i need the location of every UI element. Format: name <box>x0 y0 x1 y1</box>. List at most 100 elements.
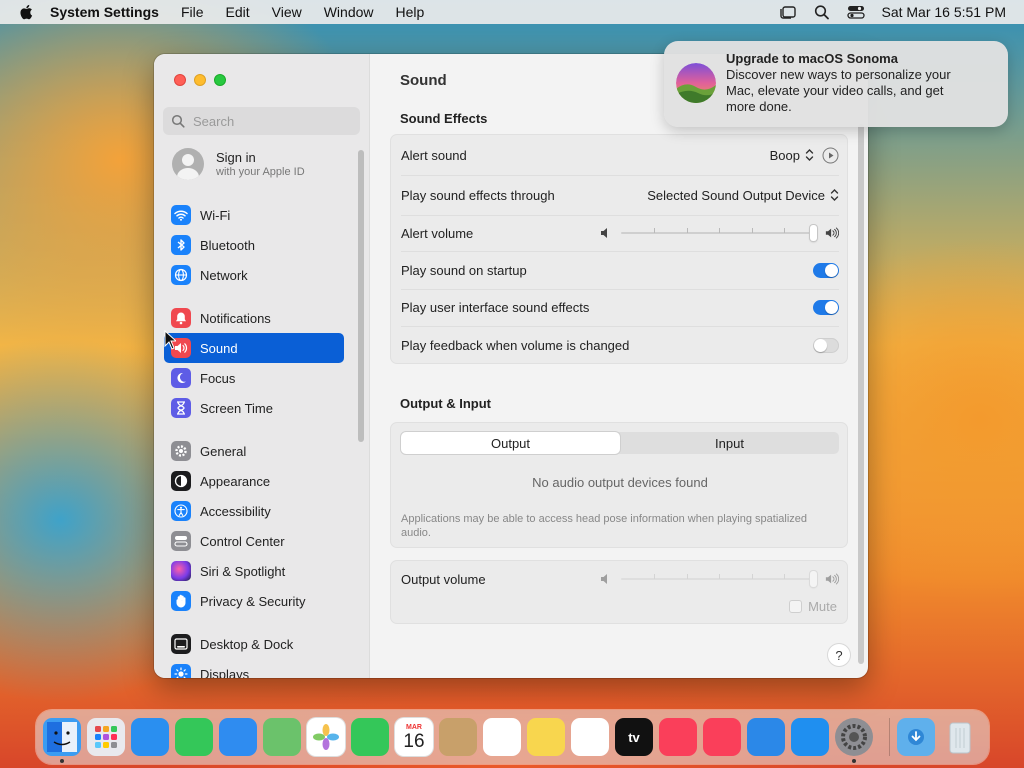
dock-maps-icon[interactable] <box>263 718 301 756</box>
hourglass-icon <box>171 398 191 418</box>
dock-launchpad-icon[interactable] <box>87 718 125 756</box>
bluetooth-icon <box>171 235 191 255</box>
moon-icon <box>171 368 191 388</box>
system-settings-window: Search Sign in with your Apple ID Wi-Fi … <box>154 54 868 678</box>
slider-knob[interactable] <box>810 571 817 587</box>
alert-sound-label: Alert sound <box>401 147 467 163</box>
menu-app-name[interactable]: System Settings <box>50 4 159 20</box>
sidebar-item-label: Accessibility <box>200 503 271 519</box>
output-volume-slider[interactable] <box>599 571 839 587</box>
alert-volume-label: Alert volume <box>401 225 474 241</box>
alert-volume-slider[interactable] <box>599 225 839 241</box>
slider-track[interactable] <box>621 571 817 587</box>
dock-calendar-icon[interactable]: MAR 16 <box>395 718 433 756</box>
dock-news-icon[interactable] <box>703 718 741 756</box>
mute-checkbox[interactable] <box>789 600 803 613</box>
sidebar-item-sound[interactable]: Sound <box>164 333 344 363</box>
signin-title: Sign in <box>216 150 256 165</box>
head-pose-note: Applications may be able to access head … <box>401 513 808 539</box>
sidebar-item-displays[interactable]: Displays <box>164 659 344 678</box>
page-title: Sound <box>400 72 447 89</box>
play-through-label: Play sound effects through <box>401 187 555 203</box>
minimize-window-button[interactable] <box>194 74 206 86</box>
slider-knob[interactable] <box>810 225 817 241</box>
ui-sounds-toggle[interactable] <box>813 300 839 315</box>
sidebar-item-label: Appearance <box>200 473 271 489</box>
avatar <box>172 148 204 180</box>
sidebar-item-bluetooth[interactable]: Bluetooth <box>164 230 344 260</box>
dock-finder-icon[interactable] <box>43 718 81 756</box>
dock-tv-icon[interactable]: tv <box>615 718 653 756</box>
chevron-updown-icon <box>830 189 839 201</box>
apple-id-signin[interactable]: Sign in with your Apple ID <box>172 148 305 180</box>
dock-notes-icon[interactable] <box>527 718 565 756</box>
volume-feedback-row: Play feedback when volume is changed <box>391 326 849 364</box>
sidebar-item-wifi[interactable]: Wi-Fi <box>164 200 344 230</box>
dock-music-icon[interactable] <box>659 718 697 756</box>
dock-photos-icon[interactable] <box>307 718 345 756</box>
zoom-window-button[interactable] <box>214 74 226 86</box>
stage-manager-icon[interactable] <box>779 4 797 20</box>
control-center-icon <box>171 531 191 551</box>
sidebar-scrollbar[interactable] <box>358 150 364 442</box>
sidebar-item-privacy-security[interactable]: Privacy & Security <box>164 586 344 616</box>
volume-feedback-toggle[interactable] <box>813 337 839 353</box>
dock-reminders-icon[interactable] <box>483 718 521 756</box>
sidebar: Search Sign in with your Apple ID Wi-Fi … <box>154 54 370 678</box>
sidebar-item-accessibility[interactable]: Accessibility <box>164 496 344 526</box>
accessibility-icon <box>171 501 191 521</box>
dock-mail-icon[interactable] <box>219 718 257 756</box>
sidebar-item-general[interactable]: General <box>164 436 344 466</box>
dock-messages-icon[interactable] <box>175 718 213 756</box>
appearance-icon <box>171 471 191 491</box>
menu-clock[interactable]: Sat Mar 16 5:51 PM <box>881 4 1006 20</box>
menu-edit[interactable]: Edit <box>226 4 250 20</box>
dock-downloads-icon[interactable] <box>897 718 935 756</box>
sidebar-item-appearance[interactable]: Appearance <box>164 466 344 496</box>
sidebar-item-control-center[interactable]: Control Center <box>164 526 344 556</box>
macos-sonoma-icon <box>676 63 716 103</box>
sidebar-item-focus[interactable]: Focus <box>164 363 344 393</box>
sidebar-item-notifications[interactable]: Notifications <box>164 303 344 333</box>
dock-facetime-icon[interactable] <box>351 718 389 756</box>
dock-trash-icon[interactable] <box>941 718 979 756</box>
startup-sound-toggle[interactable] <box>813 262 839 278</box>
sidebar-item-network[interactable]: Network <box>164 260 344 290</box>
sidebar-item-siri-spotlight[interactable]: Siri & Spotlight <box>164 556 344 586</box>
dock-contacts-icon[interactable] <box>439 718 477 756</box>
alert-sound-popup[interactable]: Boop <box>770 147 839 164</box>
menu-file[interactable]: File <box>181 4 204 20</box>
spotlight-search-icon[interactable] <box>813 4 831 20</box>
tab-output[interactable]: Output <box>401 432 620 454</box>
slider-track[interactable] <box>621 225 817 241</box>
dock-separator <box>889 718 890 756</box>
upgrade-notification[interactable]: Upgrade to macOS Sonoma Discover new way… <box>664 41 1008 127</box>
apple-menu-icon[interactable] <box>18 3 36 21</box>
globe-icon <box>171 265 191 285</box>
dock-freeform-icon[interactable] <box>571 718 609 756</box>
close-window-button[interactable] <box>174 74 186 86</box>
sidebar-item-desktop-dock[interactable]: Desktop & Dock <box>164 629 344 659</box>
sidebar-item-screen-time[interactable]: Screen Time <box>164 393 344 423</box>
play-through-popup[interactable]: Selected Sound Output Device <box>647 188 839 203</box>
menu-bar: System Settings File Edit View Window He… <box>0 0 1024 24</box>
dock-keynote-icon[interactable] <box>747 718 785 756</box>
control-center-icon[interactable] <box>847 4 866 20</box>
menu-help[interactable]: Help <box>396 4 425 20</box>
dock-system-settings-icon[interactable] <box>835 718 873 756</box>
menu-view[interactable]: View <box>272 4 302 20</box>
dock-safari-icon[interactable] <box>131 718 169 756</box>
play-icon[interactable] <box>822 147 839 164</box>
dock-app-store-icon[interactable] <box>791 718 829 756</box>
alert-volume-row: Alert volume <box>391 215 849 251</box>
search-field[interactable]: Search <box>163 107 360 135</box>
content-scrollbar[interactable] <box>858 124 864 664</box>
alert-sound-row: Alert sound Boop <box>391 135 849 175</box>
signin-subtitle: with your Apple ID <box>216 166 305 178</box>
help-button[interactable]: ? <box>828 644 850 666</box>
tab-input[interactable]: Input <box>620 432 839 454</box>
sound-settings-pane: Sound Sound Effects Alert sound Boop Pla… <box>370 54 868 678</box>
menu-window[interactable]: Window <box>324 4 374 20</box>
volume-feedback-label: Play feedback when volume is changed <box>401 337 630 353</box>
sidebar-item-label: Notifications <box>200 310 271 326</box>
